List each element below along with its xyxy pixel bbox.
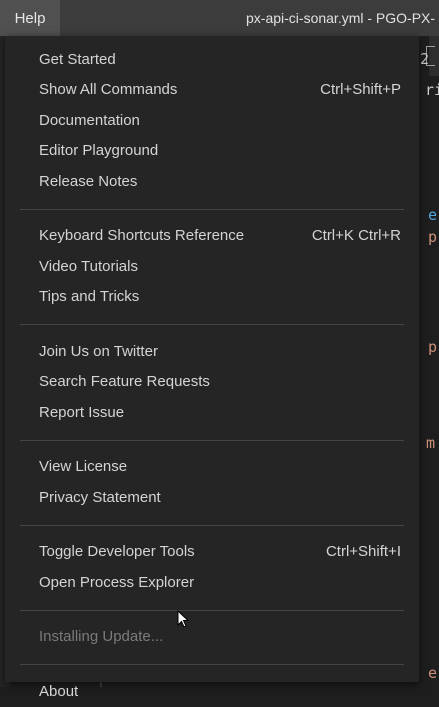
menu-item-release-notes[interactable]: Release Notes bbox=[5, 166, 419, 197]
menu-item-label: Toggle Developer Tools bbox=[39, 543, 195, 561]
menu-item-label: Release Notes bbox=[39, 172, 138, 190]
menu-item-label: Open Process Explorer bbox=[39, 573, 195, 591]
menu-item-shortcut: Ctrl+Shift+P bbox=[320, 81, 401, 99]
menu-item-label: About bbox=[39, 682, 79, 700]
menu-item-label: Privacy Statement bbox=[39, 488, 161, 506]
menu-item-join-us-on-twitter[interactable]: Join Us on Twitter bbox=[5, 336, 419, 367]
menu-item-label: Video Tutorials bbox=[39, 257, 138, 275]
editor-text-fragment: m bbox=[426, 434, 436, 452]
editor-text-fragment: p bbox=[428, 228, 438, 246]
menu-item-keyboard-shortcuts-reference[interactable]: Keyboard Shortcuts Reference Ctrl+K Ctrl+… bbox=[5, 221, 419, 252]
menu-item-label: Keyboard Shortcuts Reference bbox=[39, 227, 245, 245]
menu-item-report-issue[interactable]: Report Issue bbox=[5, 397, 419, 428]
menu-item-label: Get Started bbox=[39, 50, 116, 68]
menu-item-label: Search Feature Requests bbox=[39, 373, 210, 391]
help-menu-dropdown: Get Started Show All Commands Ctrl+Shift+P… bbox=[5, 36, 419, 700]
menu-item-label: Join Us on Twitter bbox=[39, 342, 158, 360]
menu-item-shortcut: Ctrl+Shift+I bbox=[325, 543, 401, 561]
menu-item-editor-playground[interactable]: Editor Playground bbox=[5, 136, 419, 167]
menu-item-get-started[interactable]: Get Started bbox=[5, 44, 419, 75]
menu-item-open-process-explorer[interactable]: Open Process Explorer bbox=[5, 567, 419, 598]
editor-text-fragment: ri bbox=[425, 81, 439, 99]
editor-text-fragment: e bbox=[428, 206, 438, 224]
menu-help[interactable]: Help bbox=[0, 0, 60, 36]
editor-text-fragment: 2 bbox=[420, 50, 430, 68]
editor-text-fragment: p bbox=[428, 338, 438, 356]
menu-item-label: Report Issue bbox=[39, 403, 125, 421]
menu-separator bbox=[20, 439, 404, 441]
menu-item-documentation[interactable]: Documentation bbox=[5, 105, 419, 136]
editor-text-fragment: e bbox=[428, 664, 438, 682]
menu-separator bbox=[20, 609, 404, 611]
menu-item-shortcut: Ctrl+K Ctrl+R bbox=[311, 227, 401, 245]
menu-item-label: Editor Playground bbox=[39, 142, 159, 160]
menu-item-label: Show All Commands bbox=[39, 81, 178, 99]
menu-item-toggle-developer-tools[interactable]: Toggle Developer Tools Ctrl+Shift+I bbox=[5, 537, 419, 568]
menu-item-label: Installing Update... bbox=[39, 628, 164, 646]
menu-item-video-tutorials[interactable]: Video Tutorials bbox=[5, 251, 419, 282]
menu-item-label: Tips and Tricks bbox=[39, 288, 140, 306]
menu-item-search-feature-requests[interactable]: Search Feature Requests bbox=[5, 367, 419, 398]
menu-item-tips-and-tricks[interactable]: Tips and Tricks bbox=[5, 282, 419, 313]
menu-separator bbox=[20, 524, 404, 526]
menu-item-label: View License bbox=[39, 458, 128, 476]
window-title: px-api-ci-sonar.yml - PGO-PX- bbox=[246, 10, 436, 26]
menu-separator bbox=[20, 208, 404, 210]
menu-item-installing-update: Installing Update... bbox=[5, 622, 419, 653]
title-bar: Help px-api-ci-sonar.yml - PGO-PX- bbox=[0, 0, 439, 36]
mouse-pointer-icon bbox=[177, 610, 189, 628]
menu-item-privacy-statement[interactable]: Privacy Statement bbox=[5, 482, 419, 513]
menu-separator bbox=[20, 664, 404, 665]
menu-item-view-license[interactable]: View License bbox=[5, 452, 419, 483]
menu-item-about[interactable]: About bbox=[5, 676, 419, 707]
menu-item-show-all-commands[interactable]: Show All Commands Ctrl+Shift+P bbox=[5, 75, 419, 106]
menu-item-label: Documentation bbox=[39, 111, 140, 129]
menu-separator bbox=[20, 324, 404, 325]
